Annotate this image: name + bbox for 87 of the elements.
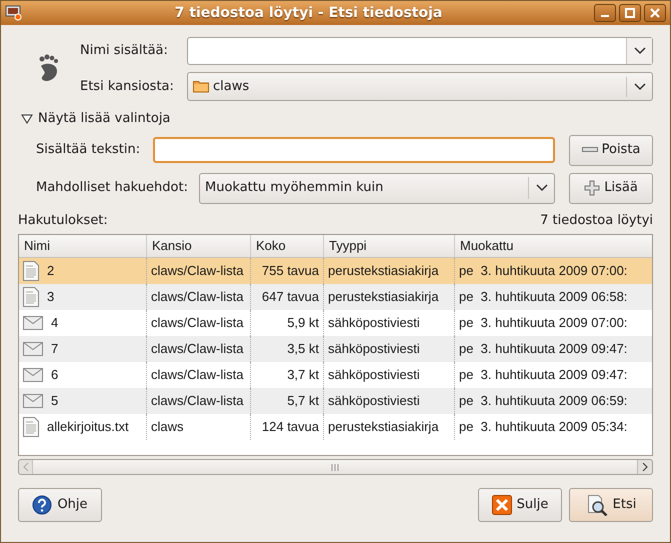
- document-icon: [23, 287, 39, 307]
- minimize-icon: [600, 15, 610, 17]
- table-cell-text: 124 tavua: [262, 418, 319, 436]
- table-row[interactable]: 5 claws/Claw-lista 5,7 kt sähköpostiviesti pe 3. huhtikuuta 2009 06:59:: [19, 388, 652, 414]
- table-cell-text: claws/Claw-lista: [151, 314, 244, 332]
- table-cell-text: claws/Claw-lista: [151, 340, 244, 358]
- close-icon: [492, 495, 512, 515]
- close-button[interactable]: [644, 4, 666, 22]
- maximize-button[interactable]: [619, 4, 641, 22]
- caret-icon: [634, 47, 646, 55]
- grip-icon[interactable]: [331, 464, 339, 470]
- envelope-icon: [23, 394, 43, 408]
- table-cell-text: 3: [47, 288, 54, 306]
- close-button[interactable]: Sulje: [478, 488, 562, 522]
- remove-button[interactable]: Poista: [569, 134, 653, 166]
- table-cell-text: claws/Claw-lista: [151, 366, 244, 384]
- plus-icon: [584, 180, 600, 196]
- table-cell-text: pe 3. huhtikuuta 2009 09:47:: [459, 340, 628, 358]
- envelope-icon: [23, 368, 43, 382]
- table-cell-text: claws: [151, 418, 184, 436]
- table-cell-text: pe 3. huhtikuuta 2009 09:47:: [459, 366, 628, 384]
- field-label: Nimi sisältää:: [80, 42, 169, 60]
- table-cell-text: 2: [47, 262, 54, 280]
- field-label: Sisältää tekstin:: [36, 141, 142, 160]
- add-button[interactable]: Lisää: [569, 172, 653, 204]
- footprint-icon: [37, 54, 61, 84]
- help-button[interactable]: Ohje: [18, 488, 102, 522]
- column-header[interactable]: Koko: [251, 235, 324, 257]
- column-header[interactable]: Nimi: [19, 235, 147, 257]
- table-cell-text: 6: [51, 366, 58, 384]
- table-cell-text: 5,9 kt: [287, 314, 319, 332]
- criteria-dropdown[interactable]: Muokattu myöhemmin kuin: [199, 172, 555, 204]
- help-icon: [32, 495, 52, 515]
- table-cell-text: 3,7 kt: [287, 366, 319, 384]
- table-cell-text: 647 tavua: [262, 288, 319, 306]
- table-cell-text: claws/Claw-lista: [151, 262, 244, 280]
- results-count: 7 tiedostoa löytyi: [540, 212, 653, 230]
- field-label: Mahdolliset hakuehdot:: [36, 179, 189, 198]
- column-header[interactable]: Kansio: [147, 235, 251, 257]
- table-cell-text: 755 tavua: [262, 262, 319, 280]
- text-input-field[interactable]: [153, 137, 555, 163]
- find-button[interactable]: Etsi: [569, 488, 653, 522]
- table-row[interactable]: 7 claws/Claw-lista 3,5 kt sähköpostiviesti pe 3. huhtikuuta 2009 09:47:: [19, 336, 652, 362]
- magnifier-document-icon: [586, 494, 608, 516]
- envelope-icon: [23, 316, 43, 330]
- caret-icon: [634, 82, 646, 90]
- table-cell-text: 3,5 kt: [287, 340, 319, 358]
- search-app-icon: [5, 4, 23, 22]
- table-cell-text: perustekstiasiakirja: [328, 262, 439, 280]
- table-cell-text: pe 3. huhtikuuta 2009 05:34:: [459, 418, 628, 436]
- minimize-button[interactable]: [594, 4, 616, 22]
- window-title: 7 tiedostoa löytyi - Etsi tiedostoja: [174, 4, 444, 22]
- folder-icon: [193, 80, 209, 93]
- table-cell-text: pe 3. huhtikuuta 2009 06:59:: [459, 392, 628, 410]
- table-cell-text: sähköpostiviesti: [328, 314, 420, 332]
- table-row[interactable]: 3 claws/Claw-lista 647 tavua perustekstiasiakirja pe 3. huhtikuuta 2009 06:58:: [19, 284, 652, 310]
- envelope-icon: [23, 342, 43, 356]
- column-header[interactable]: Tyyppi: [324, 235, 455, 257]
- field-label: Etsi kansiosta:: [80, 78, 175, 96]
- table-cell-text: sähköpostiviesti: [328, 366, 420, 384]
- column-header[interactable]: Muokattu: [455, 235, 652, 257]
- table-cell-text: perustekstiasiakirja: [328, 418, 439, 436]
- table-row[interactable]: 2 claws/Claw-lista 755 tavua perustekstiasiakirja pe 3. huhtikuuta 2009 07:00:: [19, 258, 652, 284]
- table-cell-text: pe 3. huhtikuuta 2009 07:00:: [459, 314, 628, 332]
- table-cell-text: 7: [51, 340, 58, 358]
- table-cell-text: claws/Claw-lista: [151, 288, 244, 306]
- table-cell-text: pe 3. huhtikuuta 2009 07:00:: [459, 262, 628, 280]
- name-combo-field[interactable]: [187, 37, 653, 65]
- minus-icon: [582, 147, 598, 153]
- horizontal-scrollbar[interactable]: [18, 459, 653, 475]
- maximize-icon: [625, 8, 635, 18]
- document-icon: [23, 261, 39, 281]
- table-cell-text: claws/Claw-lista: [151, 392, 244, 410]
- table-cell-text: 5,7 kt: [287, 392, 319, 410]
- table-cell-text: 4: [51, 314, 58, 332]
- close-icon: [650, 8, 660, 18]
- document-icon: [23, 417, 39, 437]
- table-cell-text: sähköpostiviesti: [328, 392, 420, 410]
- folder-dropdown[interactable]: claws: [187, 72, 653, 101]
- table-cell-text: sähköpostiviesti: [328, 340, 420, 358]
- table-cell-text: perustekstiasiakirja: [328, 288, 439, 306]
- table-cell-text: allekirjoitus.txt: [47, 418, 129, 436]
- table-cell-text: pe 3. huhtikuuta 2009 06:58:: [459, 288, 628, 306]
- results-label: Hakutulokset:: [18, 212, 108, 230]
- caret-icon: [536, 184, 548, 192]
- table-cell-text: 5: [51, 392, 58, 410]
- more-options-expander[interactable]: Näytä lisää valintoja: [21, 109, 170, 128]
